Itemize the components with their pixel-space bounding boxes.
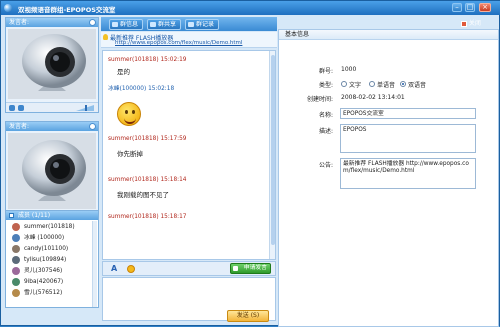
close-window-button[interactable]: × — [479, 3, 491, 12]
video-panel-header: 发言者: — [6, 122, 98, 131]
minimize-button[interactable]: – — [452, 3, 462, 12]
collapse-icon[interactable] — [9, 213, 14, 218]
emoticon-icon[interactable] — [127, 265, 135, 273]
font-icon[interactable]: A — [111, 264, 117, 273]
video-panel-header: 发言者: — [6, 18, 98, 27]
tab-group-info[interactable]: 群信息 — [109, 19, 143, 30]
video-panel-2: 发言者: — [5, 121, 99, 223]
avatar — [12, 289, 20, 297]
news-link[interactable]: http://www.epopos.com/flex/music/Demo.ht… — [115, 40, 242, 46]
type-option-dual-voice: 双语音 — [408, 82, 427, 89]
type-option-single-voice: 单语音 — [377, 82, 396, 89]
message-text: 你先断掉 — [117, 150, 143, 158]
speaker-label: 发言者: — [9, 123, 30, 130]
notice-label: 公告: — [318, 162, 333, 169]
input-toolbar: A 申请发言 — [102, 261, 276, 276]
chat-column: 群信息 群共享 群记录 最新推荐 FLASH播放器 http://www.epo… — [101, 15, 277, 327]
created-label: 创建时间: — [306, 96, 333, 103]
lightbulb-icon — [103, 34, 108, 40]
message-header: summer(101818) 15:17:59 — [108, 136, 187, 142]
member-count: 成员 (1/11) — [18, 212, 51, 219]
member-list-scrollbar[interactable] — [92, 221, 97, 307]
video-settings-icon[interactable] — [89, 123, 96, 130]
description-field[interactable]: EPOPOS — [340, 124, 476, 153]
webcam-icon — [8, 29, 96, 99]
message-header: 冰峰(100000) 15:02:18 — [108, 86, 175, 92]
type-radio-dual-voice[interactable] — [400, 81, 406, 87]
avatar — [12, 245, 20, 253]
video-settings-icon[interactable] — [89, 19, 96, 26]
apply-speak-button[interactable]: 申请发言 — [230, 263, 271, 274]
scrollbar-thumb[interactable] — [271, 55, 275, 245]
records-icon — [188, 22, 194, 27]
app-logo-icon — [4, 4, 12, 12]
member-item[interactable]: summer(101818) — [8, 222, 92, 232]
camera-toggle-icon[interactable] — [9, 105, 15, 111]
smiley-emoticon — [117, 102, 141, 126]
close-panel-button[interactable]: 关闭 — [461, 19, 491, 29]
message-text: 是的 — [117, 68, 130, 76]
member-item[interactable]: tylisu(109894) — [8, 255, 92, 265]
avatar — [12, 278, 20, 286]
microphone-icon[interactable] — [18, 105, 24, 111]
info-icon — [112, 22, 118, 27]
member-item[interactable]: 9iba(420067) — [8, 277, 92, 287]
avatar — [12, 234, 20, 242]
video-controls — [6, 102, 98, 112]
volume-slider[interactable] — [76, 105, 94, 111]
group-number-label: 群号: — [318, 68, 333, 75]
send-button[interactable]: 发送 (S) — [227, 310, 269, 322]
speaker-label: 发言者: — [9, 19, 30, 26]
chat-scrollbar[interactable] — [269, 51, 275, 259]
window-title: 双视频语音群组-EPOPOS交流室 — [18, 6, 116, 14]
message-header: summer(101818) 15:18:17 — [108, 214, 187, 220]
tab-bar: 群信息 群共享 群记录 — [101, 17, 277, 31]
created-value: 2008-02-02 13:14:01 — [341, 94, 405, 101]
maximize-button[interactable]: □ — [465, 3, 475, 12]
message-header: summer(101818) 15:18:14 — [108, 177, 187, 183]
info-panel-header: 基本信息 — [279, 30, 498, 40]
group-number-value: 1000 — [341, 66, 357, 73]
share-icon — [150, 22, 156, 27]
message-text: 我刚载的图不见了 — [117, 191, 169, 199]
name-label: 名称: — [318, 112, 333, 119]
member-list-header[interactable]: 成员 (1/11) — [6, 211, 98, 220]
video-panel-1: 发言者: — [5, 17, 99, 113]
close-icon — [461, 20, 467, 27]
member-item[interactable]: 雪儿(576512) — [8, 288, 92, 298]
member-item[interactable]: candy(101100) — [8, 244, 92, 254]
title-bar: 双视频语音群组-EPOPOS交流室 – □ × — [1, 1, 500, 15]
description-label: 描述: — [318, 128, 333, 135]
app-window: 双视频语音群组-EPOPOS交流室 – □ × 发言者: 发言者: 成员 (1/… — [0, 0, 500, 327]
member-item[interactable]: 冰峰 (100000) — [8, 233, 92, 243]
type-radio-text[interactable] — [341, 81, 347, 87]
group-name-field[interactable]: EPOPOS交流室 — [340, 108, 476, 119]
notice-field[interactable]: 最新推荐 FLASH播放器 http://www.epopos.com/flex… — [340, 158, 476, 189]
video-screen — [8, 29, 96, 99]
avatar — [12, 223, 20, 231]
chat-history: summer(101818) 15:02:19 是的 冰峰(100000) 15… — [102, 50, 276, 260]
tab-group-share[interactable]: 群共享 — [147, 19, 181, 30]
webcam-icon — [8, 133, 96, 209]
tab-group-records[interactable]: 群记录 — [185, 19, 219, 30]
group-info-panel: 基本信息 群号: 1000 类型: 文字 单语音 双语音 创建时间: 2008-… — [278, 29, 499, 327]
avatar — [12, 267, 20, 275]
avatar — [12, 256, 20, 264]
video-screen — [8, 133, 96, 209]
news-banner: 最新推荐 FLASH播放器 http://www.epopos.com/flex… — [101, 32, 277, 48]
type-option-text: 文字 — [349, 82, 362, 89]
type-label: 类型: — [318, 82, 333, 89]
message-header: summer(101818) 15:02:19 — [108, 57, 187, 63]
member-item[interactable]: 灵儿(307546) — [8, 266, 92, 276]
member-list: 成员 (1/11) summer(101818) 冰峰 (100000) can… — [5, 210, 99, 308]
type-radio-single-voice[interactable] — [369, 81, 375, 87]
